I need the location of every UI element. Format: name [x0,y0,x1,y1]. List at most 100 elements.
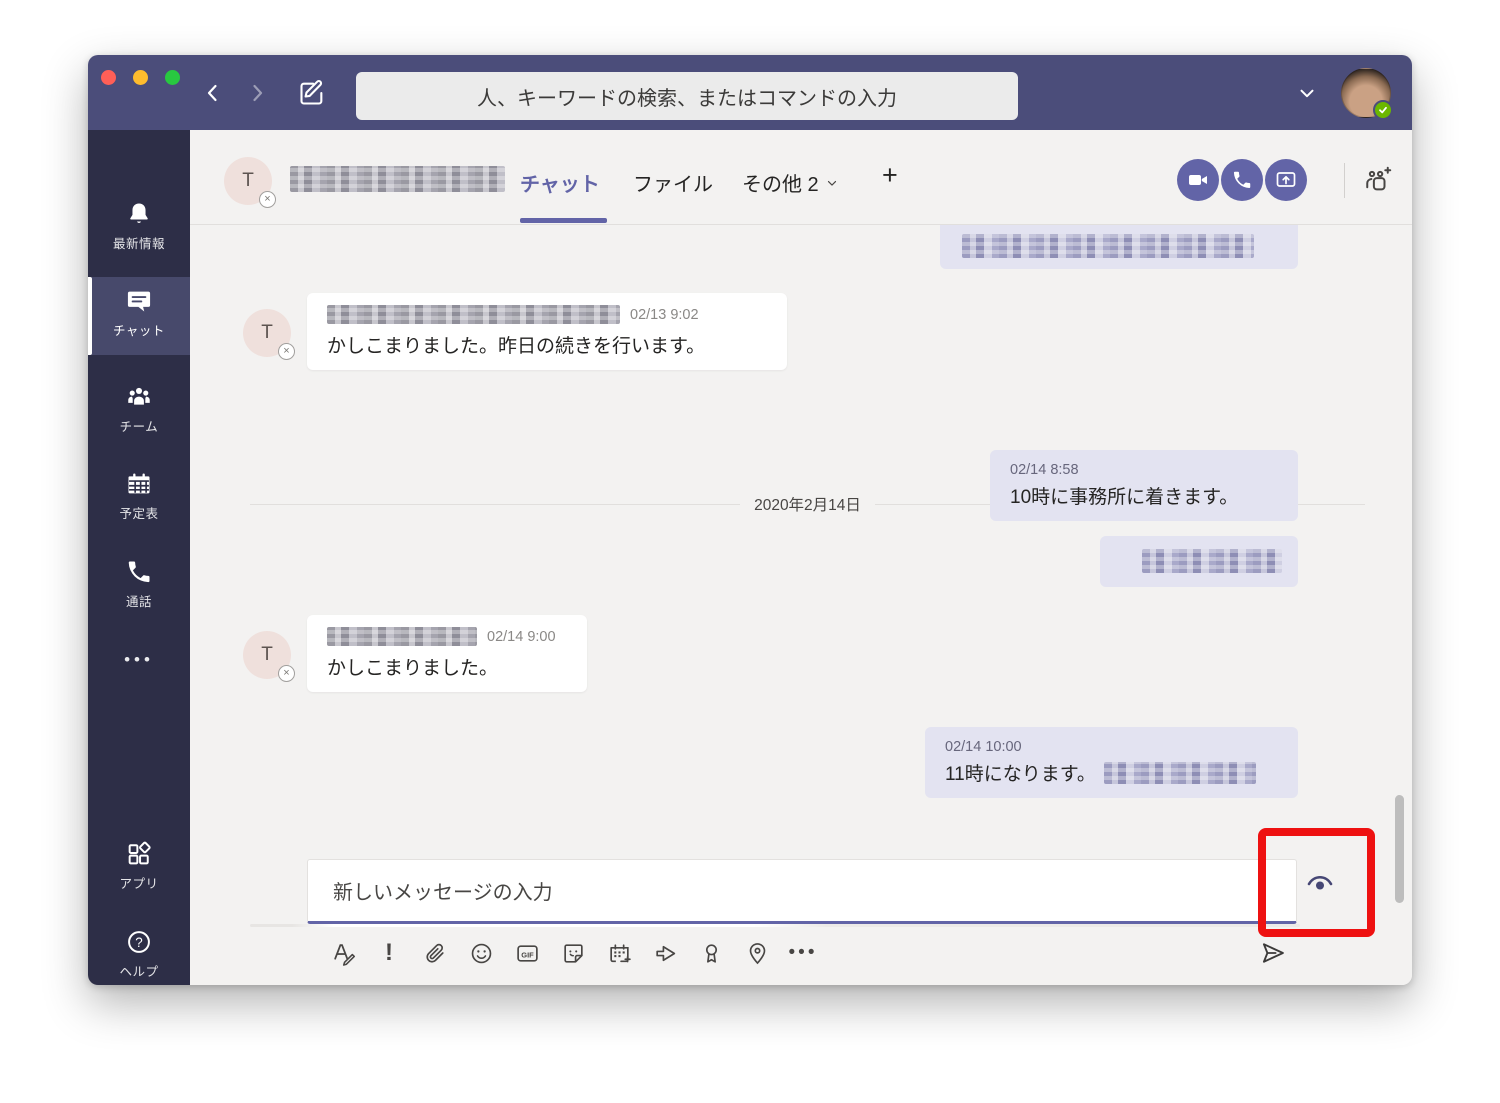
contact-avatar[interactable]: T × [224,157,272,205]
tab-files[interactable]: ファイル [633,168,713,197]
tab-chat[interactable]: チャット [520,168,600,197]
giphy-button[interactable]: GIF [504,936,550,970]
stream-button[interactable] [642,936,688,970]
sidebar-item-apps[interactable]: アプリ [88,830,190,892]
blocked-status-icon: × [278,343,295,360]
ellipsis-icon: ••• [789,942,818,964]
title-bar: 人、キーワードの検索、またはコマンドの入力 [88,55,1412,130]
add-participants-button[interactable] [1362,165,1392,195]
chevron-down-icon [825,176,839,190]
add-tab-button[interactable]: + [882,160,898,191]
arrow-right-icon [653,941,678,966]
redacted-text [962,234,1254,258]
contact-name-redacted [290,166,505,192]
message-bubble: 02/14 10:00 11時になります。 [925,727,1298,798]
chat-main: T × チャット ファイル その他 2 + [190,130,1412,985]
screen-share-button[interactable] [1265,159,1307,201]
redacted-text [1142,549,1282,573]
sidebar-item-calls[interactable]: 通話 [88,548,190,610]
apps-icon [125,840,153,868]
sidebar-label: アプリ [119,873,158,892]
macos-zoom-button[interactable] [165,70,180,85]
help-icon: ? [125,928,153,956]
message-time: 02/14 10:00 [945,739,1022,755]
sidebar-more-button[interactable]: ••• [88,650,190,670]
presence-available-badge [1373,100,1393,120]
more-options-button[interactable]: ••• [780,936,826,970]
message-input-placeholder: 新しいメッセージの入力 [333,876,553,905]
add-people-icon [1362,165,1392,195]
send-button[interactable] [1252,936,1294,970]
ribbon-award-icon [699,941,724,966]
message-bubble-redacted [940,225,1298,269]
blocked-status-icon: × [278,665,295,682]
format-icon [331,941,356,966]
forward-button[interactable] [245,81,269,105]
location-pin-icon [745,941,770,966]
header-divider [1344,163,1345,198]
sidebar-label: 最新情報 [113,233,165,252]
chevron-left-icon [201,81,225,105]
message-text: かしこまりました。 [327,653,567,680]
macos-close-button[interactable] [101,70,116,85]
schedule-meeting-button[interactable] [596,936,642,970]
video-call-button[interactable] [1177,159,1219,201]
user-avatar[interactable] [1341,68,1391,118]
phone-icon [1231,169,1253,191]
message-text: かしこまりました。昨日の続きを行います。 [327,331,767,358]
sidebar-item-teams[interactable]: チーム [88,373,190,435]
message-input[interactable]: 新しいメッセージの入力 [307,859,1297,924]
check-icon [1378,105,1388,115]
annotation-red-rectangle [1258,828,1375,937]
message-time: 02/14 8:58 [1010,462,1079,478]
message-text: 11時になります。 [945,759,1096,786]
importance-icon: ! [385,939,393,967]
new-chat-button[interactable] [298,79,326,107]
sidebar-item-calendar[interactable]: 予定表 [88,460,190,522]
sender-name-redacted [327,627,477,646]
message-list[interactable]: T × 02/13 9:02 かしこまりました。昨日の続きを行います。 2020… [190,225,1412,835]
profile-menu-button[interactable] [1296,82,1318,104]
contact-avatar[interactable]: T × [243,631,291,679]
chat-icon [125,287,153,315]
sidebar-item-help[interactable]: ? ヘルプ [88,918,190,980]
attach-button[interactable] [412,936,458,970]
chevron-down-icon [1296,82,1318,104]
app-rail: 最新情報 チャット チーム [88,130,190,985]
sticker-icon [561,941,586,966]
calendar-icon [125,470,153,498]
video-camera-icon [1186,168,1210,192]
tab-more[interactable]: その他 2 [742,168,839,197]
avatar-initial: T [242,170,254,192]
back-button[interactable] [201,81,225,105]
search-input[interactable]: 人、キーワードの検索、またはコマンドの入力 [356,72,1018,120]
teams-icon [125,383,153,411]
sidebar-item-chat[interactable]: チャット [88,277,190,355]
sender-name-redacted [327,305,620,324]
compose-icon [298,79,326,107]
sidebar-item-activity[interactable]: 最新情報 [88,190,190,252]
message-text: 10時に事務所に着きます。 [1010,482,1278,509]
compose-divider [250,924,1300,927]
location-button[interactable] [734,936,780,970]
chat-header: T × チャット ファイル その他 2 + [190,130,1412,225]
delivery-options-button[interactable]: ! [366,936,412,970]
macos-minimize-button[interactable] [133,70,148,85]
search-placeholder: 人、キーワードの検索、またはコマンドの入力 [477,82,897,111]
sidebar-label: チーム [120,416,159,435]
chevron-right-icon [245,81,269,105]
audio-call-button[interactable] [1221,159,1263,201]
contact-avatar[interactable]: T × [243,309,291,357]
message-bubble: 02/14 9:00 かしこまりました。 [307,615,587,692]
chat-scrollbar[interactable] [1395,795,1404,903]
bell-icon [125,200,153,228]
svg-text:?: ? [135,935,142,950]
emoji-button[interactable] [458,936,504,970]
message-time: 02/13 9:02 [630,307,699,323]
sticker-button[interactable] [550,936,596,970]
praise-button[interactable] [688,936,734,970]
teams-window: 人、キーワードの検索、またはコマンドの入力 最新情報 チャット [88,55,1412,985]
phone-icon [125,558,153,586]
format-button[interactable] [320,936,366,970]
blocked-status-icon: × [259,191,276,208]
